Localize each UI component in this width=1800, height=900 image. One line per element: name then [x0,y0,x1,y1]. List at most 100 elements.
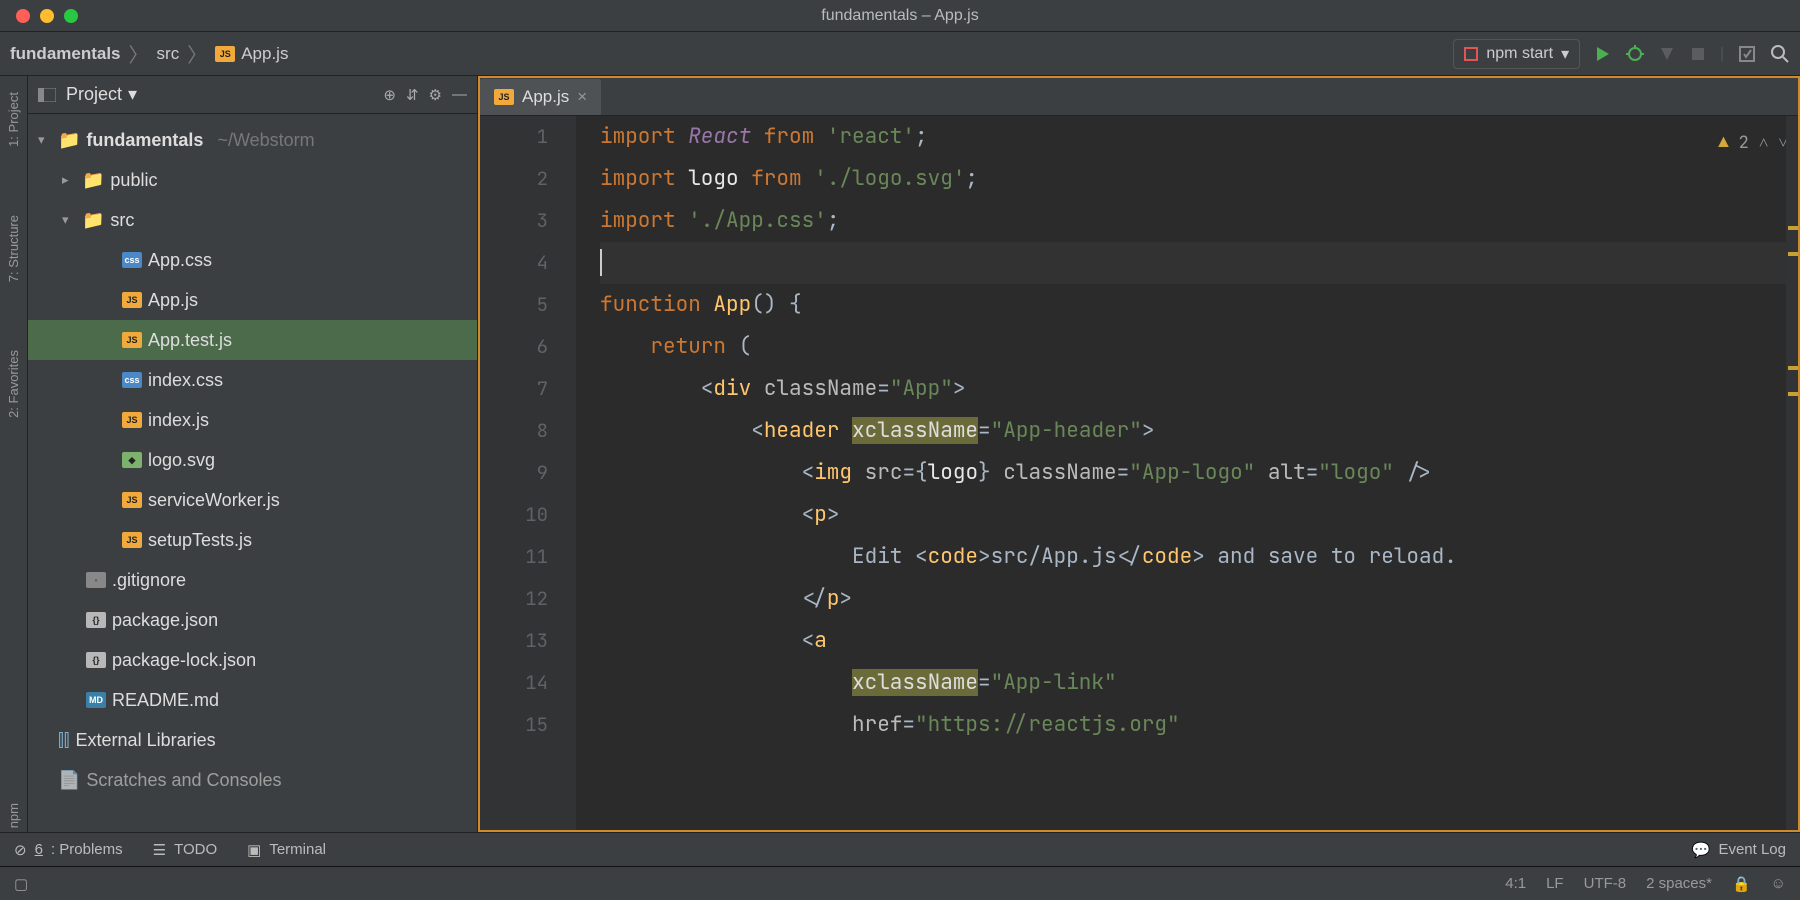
code-line[interactable]: return ( [600,326,1798,368]
settings-gear-icon[interactable]: ⚙ [429,86,442,104]
breadcrumb-root[interactable]: fundamentals [10,44,121,64]
npm-tool-tab[interactable]: npm [4,799,23,832]
line-number[interactable]: 9 [480,452,576,494]
tree-file[interactable]: {}package.json [28,600,477,640]
project-sidebar-header: Project ▾ ⊕ ⇵ ⚙ — [28,76,477,114]
code-line[interactable]: xclassName="App-link" [600,662,1798,704]
code-line[interactable]: <a [600,620,1798,662]
problems-tool-tab[interactable]: ⊘6: Problems [14,841,123,859]
code-line[interactable]: Edit <code>src/App.js</code> and save to… [600,536,1798,578]
tree-external-libraries[interactable]: ⫿⫿External Libraries [28,720,477,760]
expand-all-icon[interactable]: ⇵ [406,86,419,104]
tree-file-selected[interactable]: JSApp.test.js [28,320,477,360]
coverage-button[interactable] [1658,45,1676,63]
tree-file[interactable]: JSsetupTests.js [28,520,477,560]
readonly-lock-icon[interactable]: 🔒 [1732,875,1751,893]
md-file-icon: MD [86,692,106,708]
tool-window-toggle-icon[interactable]: ▢ [14,875,28,893]
chevron-up-icon[interactable]: ˄ [1759,122,1769,164]
line-number[interactable]: 14 [480,662,576,704]
search-everywhere-button[interactable] [1770,44,1790,64]
line-number[interactable]: 2 [480,158,576,200]
code-line[interactable]: function App() { [600,284,1798,326]
code-line[interactable]: </p> [600,578,1798,620]
speech-bubble-icon: 💬 [1692,841,1711,859]
event-log-tab[interactable]: 💬Event Log [1692,841,1786,859]
code-line[interactable]: import './App.css'; [600,200,1798,242]
line-number[interactable]: 7 [480,368,576,410]
breadcrumb-folder[interactable]: src [157,44,180,64]
js-file-icon: JS [122,332,142,348]
status-bar: ▢ 4:1 LF UTF-8 2 spaces* 🔒 ☺ [0,866,1800,900]
terminal-tool-tab[interactable]: ▣Terminal [247,841,326,859]
editor-tab[interactable]: JS App.js × [480,79,601,115]
locate-file-icon[interactable]: ⊕ [383,86,396,104]
line-number[interactable]: 15 [480,704,576,746]
caret-position[interactable]: 4:1 [1505,875,1526,892]
close-window-icon[interactable] [16,9,30,23]
maximize-window-icon[interactable] [64,9,78,23]
line-number[interactable]: 5 [480,284,576,326]
todo-tool-tab[interactable]: ☰TODO [153,841,218,859]
breadcrumb-file[interactable]: JSApp.js [215,44,288,64]
code-line[interactable]: <header xclassName="App-header"> [600,410,1798,452]
gutter[interactable]: 123456789101112131415 [480,116,576,830]
code-line[interactable] [600,242,1798,284]
left-tool-strip: 1: Project 7: Structure 2: Favorites npm [0,76,28,832]
structure-tool-tab[interactable]: 7: Structure [4,211,23,286]
code-line[interactable]: <img src={logo} className="App-logo" alt… [600,452,1798,494]
minimize-window-icon[interactable] [40,9,54,23]
tree-file[interactable]: ◆logo.svg [28,440,477,480]
line-number[interactable]: 11 [480,536,576,578]
tree-file[interactable]: MDREADME.md [28,680,477,720]
stop-button[interactable] [1690,46,1706,62]
tree-file[interactable]: ◦.gitignore [28,560,477,600]
project-view-label[interactable]: Project [66,84,122,105]
indent-settings[interactable]: 2 spaces* [1646,875,1712,892]
close-tab-icon[interactable]: × [577,87,587,107]
css-file-icon: css [122,372,142,388]
tree-scratches[interactable]: 📄Scratches and Consoles [28,760,477,800]
tree-file[interactable]: JSindex.js [28,400,477,440]
tree-file[interactable]: {}package-lock.json [28,640,477,680]
error-stripe[interactable] [1786,116,1798,830]
line-number[interactable]: 10 [480,494,576,536]
code-line[interactable]: <p> [600,494,1798,536]
tree-folder-src[interactable]: ▾📁src [28,200,477,240]
debug-button[interactable] [1626,45,1644,63]
favorites-tool-tab[interactable]: 2: Favorites [4,346,23,422]
code-line[interactable]: import React from 'react'; [600,116,1798,158]
tree-file[interactable]: cssApp.css [28,240,477,280]
hide-panel-icon[interactable]: — [452,86,467,103]
tree-root-folder[interactable]: ▾📁fundamentals~/Webstorm [28,120,477,160]
line-number[interactable]: 13 [480,620,576,662]
run-config-dropdown[interactable]: npm start ▾ [1453,39,1580,69]
run-button[interactable] [1594,45,1612,63]
code-line[interactable]: import logo from './logo.svg'; [600,158,1798,200]
tree-file[interactable]: JSserviceWorker.js [28,480,477,520]
line-number[interactable]: 6 [480,326,576,368]
project-tree[interactable]: ▾📁fundamentals~/Webstorm ▸📁public ▾📁src … [28,114,477,832]
line-number[interactable]: 3 [480,200,576,242]
js-file-icon: JS [122,412,142,428]
line-number[interactable]: 8 [480,410,576,452]
code-line[interactable]: href="https://reactjs.org" [600,704,1798,746]
code-line[interactable]: <div className="App"> [600,368,1798,410]
line-number[interactable]: 12 [480,578,576,620]
line-number[interactable]: 4 [480,242,576,284]
tree-file[interactable]: cssindex.css [28,360,477,400]
line-number[interactable]: 1 [480,116,576,158]
code-editor[interactable]: ▲ 2 ˄ ˅ 123456789101112131415 import Rea… [480,116,1798,830]
js-file-icon: JS [122,492,142,508]
chevron-down-icon[interactable]: ▾ [128,84,137,105]
project-tool-tab[interactable]: 1: Project [4,88,23,151]
inspections-widget[interactable]: ▲ 2 ˄ ˅ [1718,122,1788,164]
update-button[interactable] [1738,45,1756,63]
line-separator[interactable]: LF [1546,875,1564,892]
tree-file[interactable]: JSApp.js [28,280,477,320]
chevron-right-icon: 〉 [187,39,207,68]
ide-status-icon[interactable]: ☺ [1771,875,1786,892]
file-encoding[interactable]: UTF-8 [1584,875,1627,892]
tree-folder-public[interactable]: ▸📁public [28,160,477,200]
editor-tab-label: App.js [522,87,569,107]
